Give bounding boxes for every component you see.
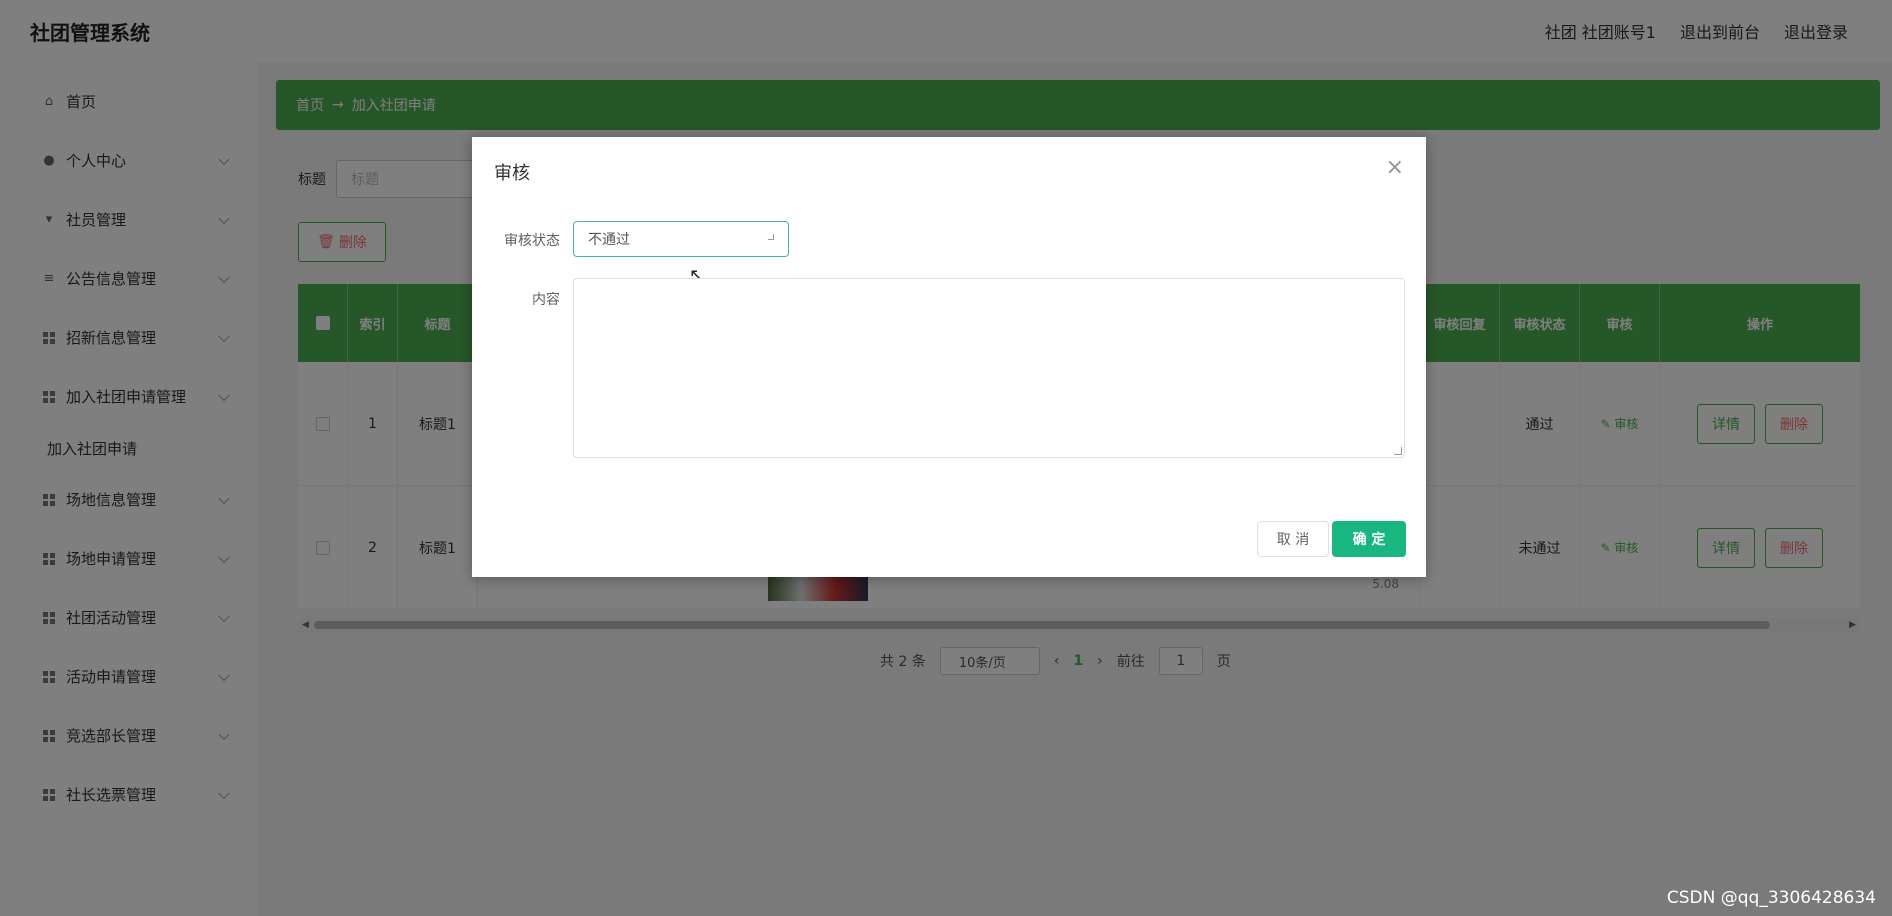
- watermark: CSDN @qq_3306428634: [1666, 888, 1876, 908]
- close-icon[interactable]: ×: [1386, 155, 1404, 180]
- audit-dialog: 审核 × 审核状态 不通过 ↖ 内容 取 消 确 定: [472, 137, 1426, 577]
- audit-status-value: 不通过: [588, 232, 630, 248]
- resize-handle-icon[interactable]: [1394, 447, 1402, 455]
- confirm-button[interactable]: 确 定: [1332, 521, 1406, 557]
- audit-status-select[interactable]: 不通过: [573, 221, 789, 257]
- cancel-button[interactable]: 取 消: [1257, 521, 1329, 557]
- status-label: 审核状态: [504, 233, 560, 249]
- content-label: 内容: [532, 292, 560, 308]
- dialog-title: 审核: [494, 163, 530, 184]
- chevron-down-icon: [768, 234, 774, 240]
- content-textarea[interactable]: [573, 278, 1405, 458]
